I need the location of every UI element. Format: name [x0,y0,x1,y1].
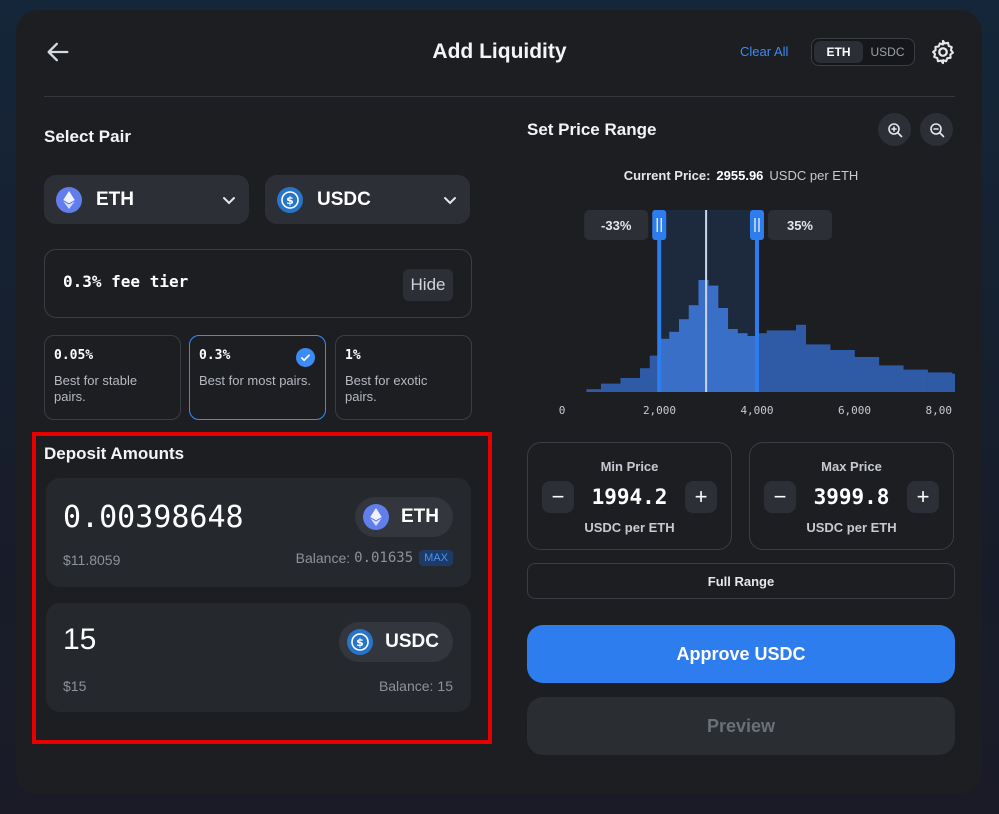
gear-icon[interactable] [929,38,957,66]
range-max-percent: 35% [767,210,832,240]
liquidity-bar [766,330,782,392]
fee-tier-box: 0.3% fee tier Hide [44,249,472,318]
liquidity-bar [830,350,855,392]
x-tick-label: 4,000 [740,404,773,417]
liquidity-bar [854,357,880,392]
liquidity-bar [927,372,953,392]
liquidity-bar [727,329,738,392]
x-tick-label: 0 [559,404,566,417]
min-price-box: Min Price − 1994.2 + USDC per ETH [527,442,732,550]
min-price-increment-button[interactable]: + [685,481,717,513]
header-divider [44,96,955,97]
token-a-select[interactable]: ETH [44,175,249,224]
current-price-unit: USDC per ETH [769,168,859,183]
fee-tier-option-0-3[interactable]: 0.3% Best for most pairs. [189,335,326,420]
liquidity-bar [688,305,699,392]
token-b-select[interactable]: $ USDC [265,175,470,224]
x-tick-label: 8,00 [926,404,953,417]
toggle-usdc[interactable]: USDC [863,41,912,63]
range-min-percent: -33% [584,210,649,240]
current-fee-tier: 0.3% fee tier [63,272,189,291]
liquidity-bar [620,378,641,392]
current-price-value: 2955.96 [716,168,764,183]
fee-tier-option-0-05[interactable]: 0.05% Best for stable pairs. [44,335,181,420]
min-price-label: Min Price [600,459,659,474]
preview-button[interactable]: Preview [527,697,955,755]
fee-tier-pct: 0.05% [54,348,94,363]
set-price-range-title: Set Price Range [527,120,657,139]
full-range-button[interactable]: Full Range [527,563,955,599]
range-min-percent-text: -33% [601,218,632,233]
current-price: Current Price: 2955.96 USDC per ETH [527,168,955,183]
liquidity-bar [796,324,807,392]
eth-icon [56,186,82,213]
current-price-label: Current Price: [623,168,711,183]
liquidity-bar [601,383,621,392]
token-b-label: USDC [317,188,371,210]
base-token-toggle: ETH USDC [811,38,915,66]
svg-text:$: $ [286,194,294,207]
zoom-in-icon[interactable] [878,113,911,146]
check-icon [296,348,315,367]
x-tick-label: 6,000 [838,404,871,417]
fee-tier-desc: Best for exotic pairs. [345,373,428,404]
liquidity-bar [737,333,748,392]
fee-tier-desc: Best for most pairs. [199,373,311,388]
liquidity-bar [903,369,928,392]
liquidity-bar [586,389,602,392]
liquidity-bar [640,368,651,392]
max-price-box: Max Price − 3999.8 + USDC per ETH [749,442,954,550]
liquidity-bar [952,373,955,392]
zoom-out-icon[interactable] [920,113,953,146]
range-max-handle[interactable] [749,210,764,240]
clear-all-button[interactable]: Clear All [740,44,788,59]
select-pair-title: Select Pair [44,127,131,146]
max-price-increment-button[interactable]: + [907,481,939,513]
token-a-label: ETH [96,188,134,210]
liquidity-chart[interactable]: -33% 35% 0 2,000 4,000 6,000 8,00 [527,200,955,430]
max-price-unit: USDC per ETH [806,520,897,535]
range-max-percent-text: 35% [787,218,813,233]
chevron-down-icon [223,196,235,204]
approve-usdc-button[interactable]: Approve USDC [527,625,955,683]
liquidity-bar [878,365,904,392]
hide-fee-tiers-button[interactable]: Hide [403,269,453,301]
liquidity-bar [718,308,729,392]
range-min-handle[interactable] [652,210,667,240]
x-tick-label: 2,000 [643,404,676,417]
fee-tier-desc: Best for stable pairs. [54,373,138,404]
toggle-eth[interactable]: ETH [814,41,863,63]
liquidity-bar [708,285,719,392]
liquidity-bar [805,344,831,392]
chevron-down-icon [444,196,456,204]
max-price-label: Max Price [821,459,882,474]
deposit-highlight-frame [32,432,492,744]
liquidity-bar [781,330,797,392]
usdc-icon: $ [277,186,303,213]
liquidity-bar [669,331,680,392]
liquidity-bar [679,319,690,392]
fee-tier-pct: 1% [345,348,361,363]
min-price-unit: USDC per ETH [584,520,675,535]
fee-tier-option-1[interactable]: 1% Best for exotic pairs. [335,335,472,420]
